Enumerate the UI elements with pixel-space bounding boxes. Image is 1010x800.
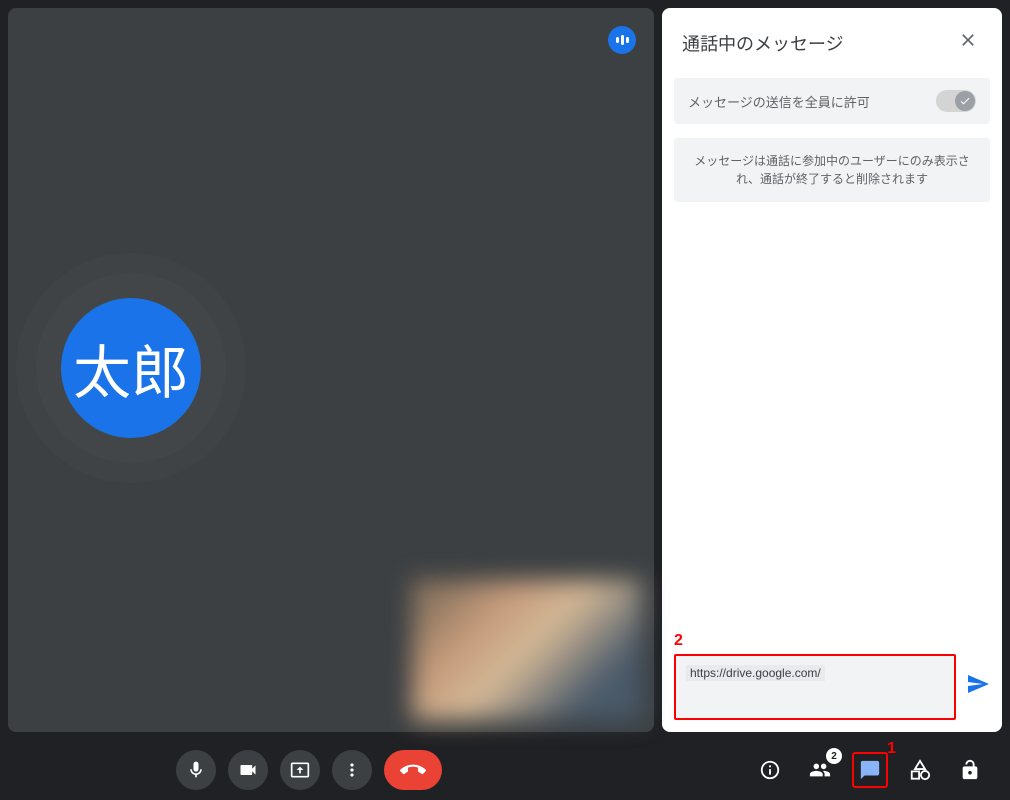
chat-message-input[interactable]: https://drive.google.com/ <box>674 654 956 720</box>
participants-button[interactable]: 2 <box>802 752 838 788</box>
bottom-toolbar: 2 1 <box>0 740 1010 800</box>
camera-button[interactable] <box>228 750 268 790</box>
chat-panel: 通話中のメッセージ メッセージの送信を全員に許可 メッセージは通話に参加中のユー… <box>662 8 1002 732</box>
more-options-button[interactable] <box>332 750 372 790</box>
permission-toggle-row: メッセージの送信を全員に許可 <box>674 78 990 124</box>
end-call-button[interactable] <box>384 750 442 790</box>
main-video-area: 太郎 <box>8 8 654 732</box>
self-video-thumbnail[interactable] <box>412 580 642 720</box>
activities-button[interactable] <box>902 752 938 788</box>
present-screen-button[interactable] <box>280 750 320 790</box>
microphone-button[interactable] <box>176 750 216 790</box>
permission-label: メッセージの送信を全員に許可 <box>688 92 870 111</box>
chat-button[interactable]: 1 <box>852 752 888 788</box>
annotation-label-2: 2 <box>674 632 683 650</box>
participant-avatar: 太郎 <box>61 298 201 438</box>
speaking-indicator-icon <box>608 26 636 54</box>
annotation-label-1: 1 <box>887 740 896 758</box>
participants-count-badge: 2 <box>826 748 842 764</box>
chat-panel-title: 通話中のメッセージ <box>682 30 844 56</box>
participant-avatar-ring: 太郎 <box>36 273 226 463</box>
permission-toggle[interactable] <box>936 90 976 112</box>
avatar-initials: 太郎 <box>73 326 189 410</box>
send-message-button[interactable] <box>966 672 990 702</box>
host-controls-button[interactable] <box>952 752 988 788</box>
close-chat-button[interactable] <box>954 26 982 60</box>
chat-input-text: https://drive.google.com/ <box>686 665 825 681</box>
chat-info-message: メッセージは通話に参加中のユーザーにのみ表示され、通話が終了すると削除されます <box>674 138 990 202</box>
chat-messages-area <box>662 216 1002 642</box>
meeting-details-button[interactable] <box>752 752 788 788</box>
